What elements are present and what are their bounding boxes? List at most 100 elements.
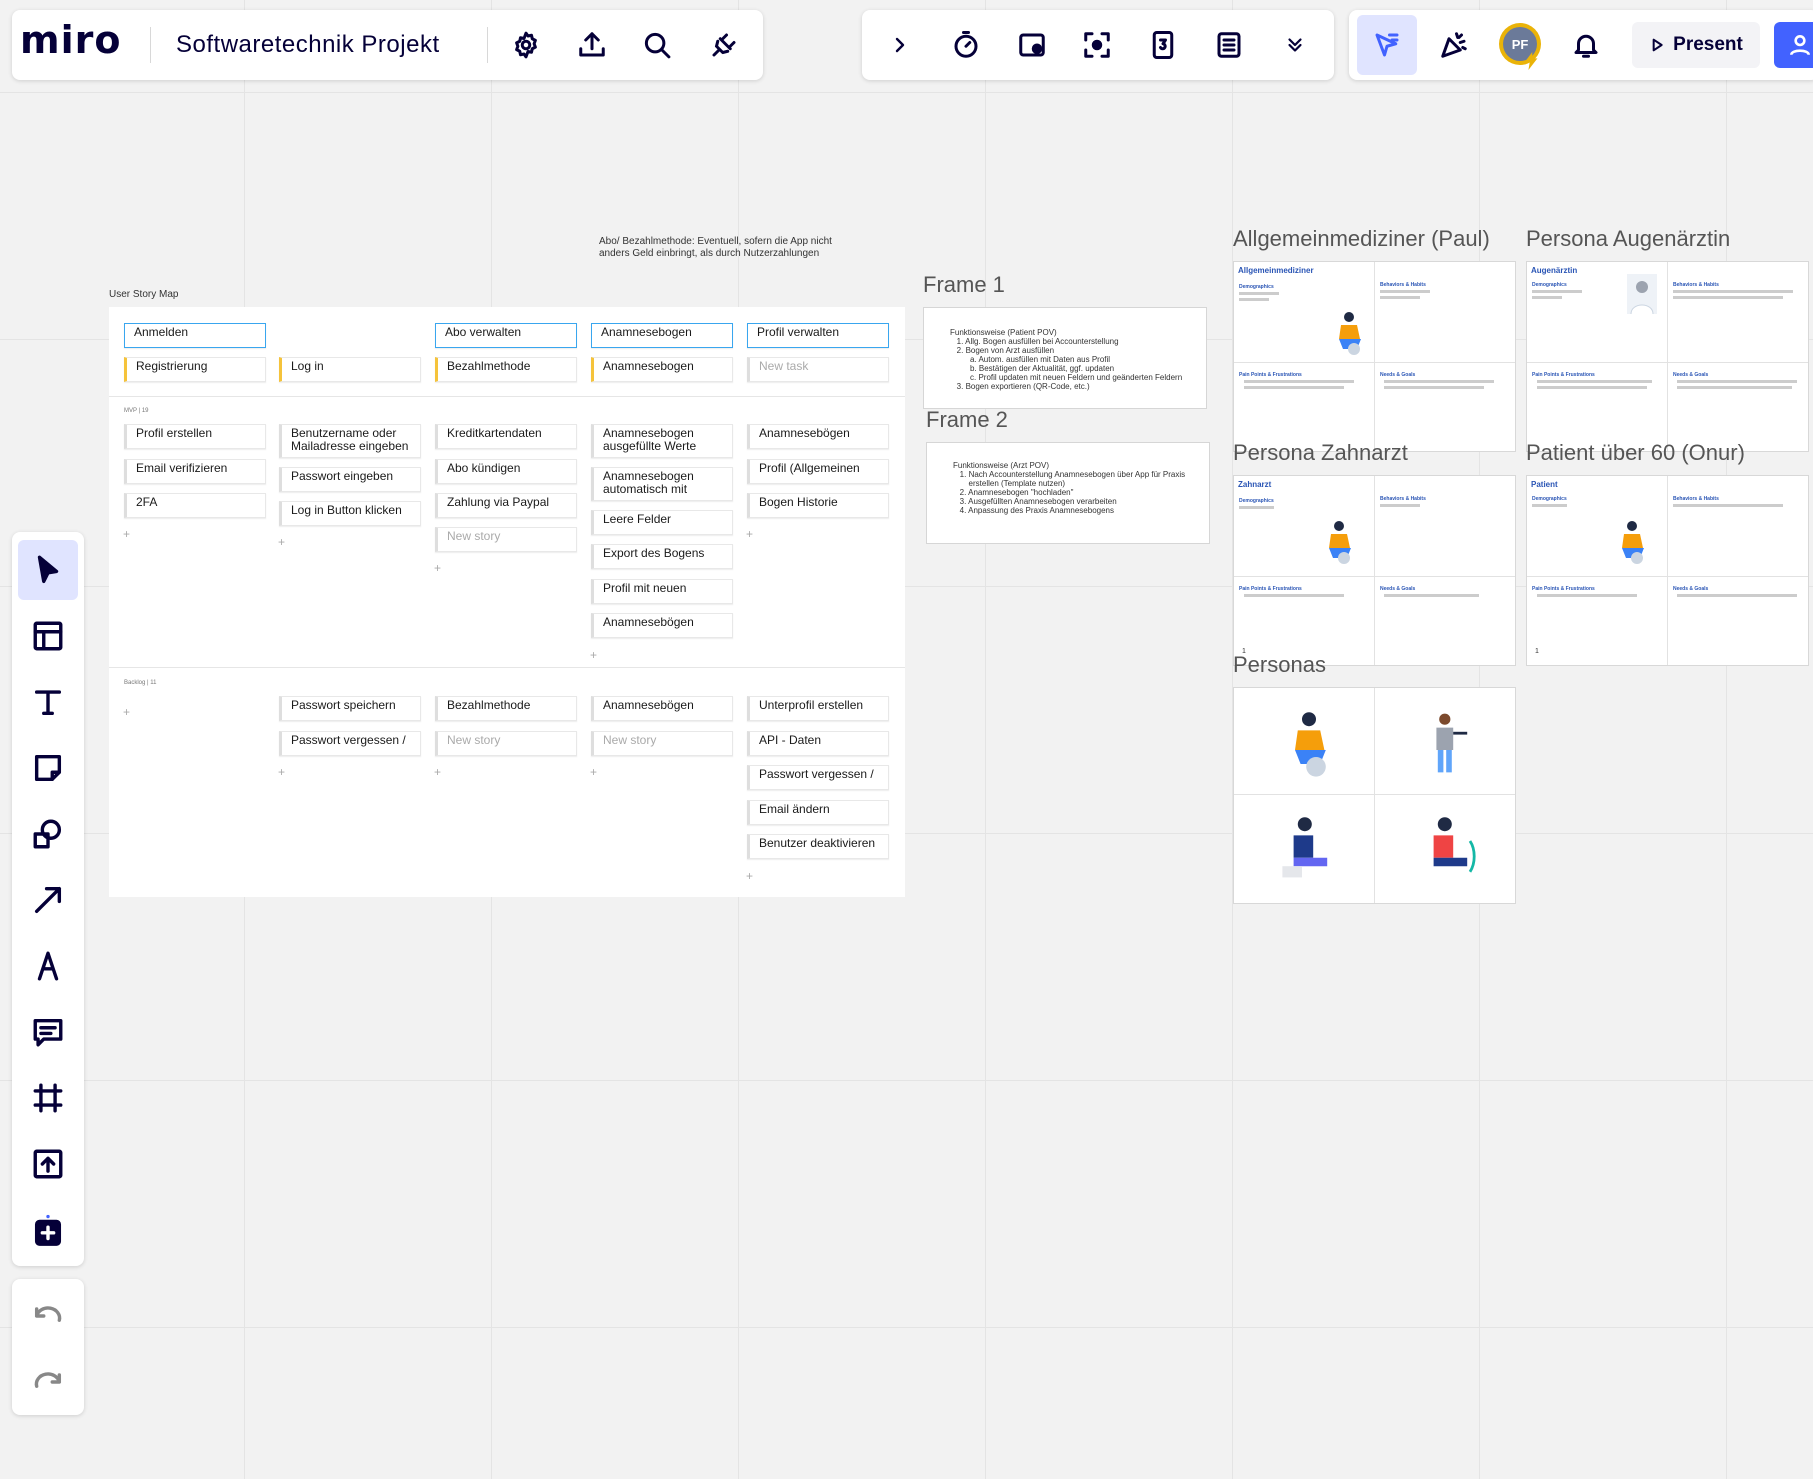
story-card[interactable]: Anamnesebogen ausgefüllte Werte <box>591 424 733 458</box>
board-title[interactable]: Softwaretechnik Projekt <box>176 31 440 59</box>
story-card[interactable]: Leere Felder <box>591 510 733 535</box>
story-card[interactable]: Anamnesebogen automatisch mit <box>591 467 733 501</box>
add-story-button[interactable]: + <box>123 527 130 541</box>
persona-card-allgemeinmediziner[interactable]: Allgemeinmediziner Demographics Behavior… <box>1233 261 1516 452</box>
frame-title[interactable]: Frame 1 <box>923 272 1005 298</box>
timer-button[interactable] <box>942 21 990 69</box>
party-popper-icon <box>1441 32 1467 58</box>
notifications-button[interactable] <box>1562 21 1610 69</box>
more-apps-tool[interactable] <box>18 1200 78 1260</box>
settings-button[interactable] <box>502 21 550 69</box>
notes-button[interactable] <box>1205 21 1253 69</box>
story-card[interactable]: Kreditkartendaten <box>435 424 577 449</box>
search-button[interactable] <box>633 21 681 69</box>
video-chat-button[interactable] <box>1008 21 1056 69</box>
text-tool[interactable] <box>18 672 78 732</box>
backlog-card[interactable]: Passwort vergessen / <box>279 731 421 756</box>
activity-card[interactable]: Anmelden <box>124 323 266 348</box>
story-card[interactable]: Bogen Historie <box>747 493 889 518</box>
frame-tool[interactable] <box>18 1068 78 1128</box>
user-story-map[interactable]: MVP | 19 Backlog | 11 Anmelden Abo verwa… <box>109 307 905 897</box>
cursors-button[interactable] <box>1357 15 1417 75</box>
story-card[interactable]: Profil mit neuen <box>591 579 733 604</box>
activity-card[interactable]: Abo verwalten <box>435 323 577 348</box>
share-button[interactable] <box>1774 22 1813 68</box>
frame-title[interactable]: Frame 2 <box>926 407 1008 433</box>
frame-1[interactable]: Funktionsweise (Patient POV) 1. Allg. Bo… <box>923 307 1207 409</box>
step-card[interactable]: Anamnesebogen <box>591 357 733 382</box>
story-card[interactable]: Profil (Allgemeinen <box>747 459 889 484</box>
new-story-card[interactable]: New story <box>435 527 577 552</box>
sticky-note-tool[interactable] <box>18 738 78 798</box>
add-story-button[interactable]: + <box>746 527 753 541</box>
frame-title[interactable]: Allgemeinmediziner (Paul) <box>1233 226 1490 252</box>
story-card[interactable]: 2FA <box>124 493 266 518</box>
persona-card-patient[interactable]: Patient Demographics Behaviors & Habits … <box>1526 475 1809 666</box>
story-card[interactable]: Abo kündigen <box>435 459 577 484</box>
attention-button[interactable] <box>1073 21 1121 69</box>
add-story-button[interactable]: + <box>590 648 597 662</box>
frame-title[interactable]: Patient über 60 (Onur) <box>1526 440 1745 466</box>
story-card[interactable]: Anamnesebögen <box>747 424 889 449</box>
step-card[interactable]: Registrierung <box>124 357 266 382</box>
new-story-card[interactable]: New story <box>591 731 733 756</box>
story-card[interactable]: Profil erstellen <box>124 424 266 449</box>
persona-card-zahnarzt[interactable]: Zahnarzt Demographics Behaviors & Habits… <box>1233 475 1516 666</box>
divider <box>1667 476 1668 665</box>
present-button[interactable]: Present <box>1632 22 1760 68</box>
story-card[interactable]: Log in Button klicken <box>279 501 421 526</box>
story-card[interactable]: Benutzername oder Mailadresse eingeben <box>279 424 421 458</box>
templates-tool[interactable] <box>18 606 78 666</box>
section-heading: Pain Points & Frustrations <box>1239 586 1302 592</box>
backlog-card[interactable]: Bezahlmethode <box>435 696 577 721</box>
board-note-text[interactable]: Abo/ Bezahlmethode: Eventuell, sofern di… <box>599 236 839 260</box>
more-tools-button[interactable] <box>1271 21 1319 69</box>
miro-logo[interactable]: miro <box>20 18 121 62</box>
celebrate-button[interactable] <box>1430 21 1478 69</box>
select-tool[interactable] <box>18 540 78 600</box>
voting-button[interactable] <box>1139 21 1187 69</box>
story-card[interactable]: Zahlung via Paypal <box>435 493 577 518</box>
new-story-card[interactable]: New story <box>435 731 577 756</box>
pen-tool[interactable] <box>18 936 78 996</box>
backlog-card[interactable]: Anamnesebögen <box>591 696 733 721</box>
redo-button[interactable] <box>18 1352 78 1412</box>
persona-card-augenaerztin[interactable]: Augenärztin Demographics Behaviors & Hab… <box>1526 261 1809 452</box>
story-card[interactable]: Passwort eingeben <box>279 467 421 492</box>
frame-title[interactable]: Persona Augenärztin <box>1526 226 1730 252</box>
add-story-button[interactable]: + <box>746 869 753 883</box>
story-card[interactable]: Export des Bogens <box>591 544 733 569</box>
backlog-card[interactable]: Benutzer deaktivieren <box>747 834 889 859</box>
add-story-button[interactable]: + <box>278 535 285 549</box>
personas-illustrations-frame[interactable] <box>1233 687 1516 904</box>
backlog-card[interactable]: Passwort vergessen / <box>747 765 889 790</box>
backlog-card[interactable]: Unterprofil erstellen <box>747 696 889 721</box>
step-card[interactable]: Bezahlmethode <box>435 357 577 382</box>
story-card[interactable]: Anamnesebögen <box>591 613 733 638</box>
add-story-button[interactable]: + <box>434 561 441 575</box>
frame-title[interactable]: Persona Zahnarzt <box>1233 440 1408 466</box>
upload-tool[interactable] <box>18 1134 78 1194</box>
step-card[interactable]: Log in <box>279 357 421 382</box>
collapse-toolbar-button[interactable] <box>876 21 924 69</box>
shapes-tool[interactable] <box>18 804 78 864</box>
export-button[interactable] <box>568 21 616 69</box>
storymap-title[interactable]: User Story Map <box>109 289 178 300</box>
frame-2[interactable]: Funktionsweise (Arzt POV) 1. Nach Accoun… <box>926 442 1210 544</box>
story-card[interactable]: Email verifizieren <box>124 459 266 484</box>
add-story-button[interactable]: + <box>278 765 285 779</box>
frame-title[interactable]: Personas <box>1233 652 1326 678</box>
add-story-button[interactable]: + <box>123 705 130 719</box>
comment-tool[interactable] <box>18 1002 78 1062</box>
add-story-button[interactable]: + <box>590 765 597 779</box>
connection-line-tool[interactable] <box>18 870 78 930</box>
undo-button[interactable] <box>18 1286 78 1346</box>
backlog-card[interactable]: Email ändern <box>747 800 889 825</box>
add-story-button[interactable]: + <box>434 765 441 779</box>
new-task-card[interactable]: New task <box>747 357 889 382</box>
activity-card[interactable]: Profil verwalten <box>747 323 889 348</box>
backlog-card[interactable]: Passwort speichern <box>279 696 421 721</box>
activity-card[interactable]: Anamnesebogen <box>591 323 733 348</box>
apps-button[interactable] <box>700 21 748 69</box>
backlog-card[interactable]: API - Daten <box>747 731 889 756</box>
